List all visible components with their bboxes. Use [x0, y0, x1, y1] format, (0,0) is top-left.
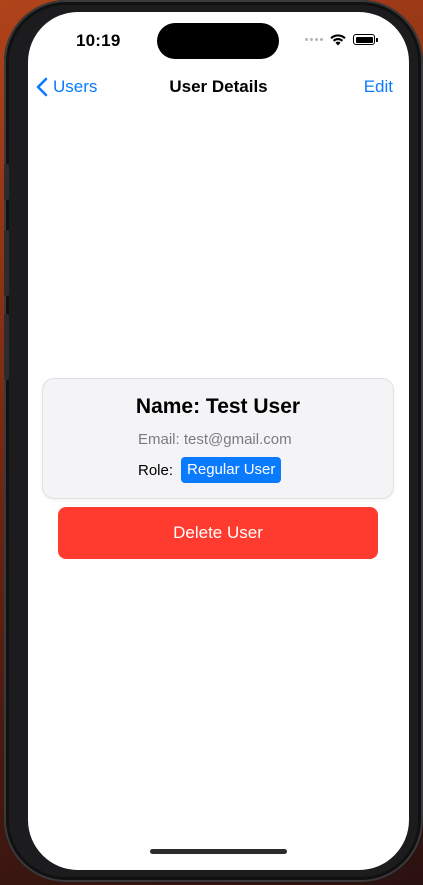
role-label: Role:	[138, 461, 174, 479]
status-time: 10:19	[76, 31, 121, 50]
volume-down-button	[4, 314, 9, 380]
role-badge: Regular User	[181, 457, 282, 483]
user-email: Email: test@gmail.com	[138, 431, 292, 448]
device-frame: 10:19 Users User Details Edit Name: Test…	[4, 0, 423, 882]
page-title: User Details	[169, 77, 268, 96]
cellular-dots-icon	[305, 38, 323, 41]
battery-icon	[353, 34, 378, 45]
wifi-icon	[330, 34, 346, 46]
edit-button[interactable]: Edit	[364, 72, 393, 102]
user-name: Name: Test User	[135, 395, 301, 418]
user-details-card: Name: Test User Email: test@gmail.com Ro…	[42, 378, 394, 499]
status-icons	[305, 33, 378, 46]
delete-user-button[interactable]: Delete User	[58, 507, 378, 559]
screen: 10:19 Users User Details Edit Name: Test…	[28, 12, 409, 870]
role-row: Role: Regular User	[138, 457, 282, 483]
status-bar: 10:19	[28, 12, 409, 68]
volume-up-button	[4, 230, 9, 296]
home-indicator[interactable]	[150, 849, 287, 854]
navigation-bar: Users User Details Edit	[28, 72, 409, 102]
action-button	[4, 164, 9, 200]
dynamic-island	[157, 23, 279, 59]
